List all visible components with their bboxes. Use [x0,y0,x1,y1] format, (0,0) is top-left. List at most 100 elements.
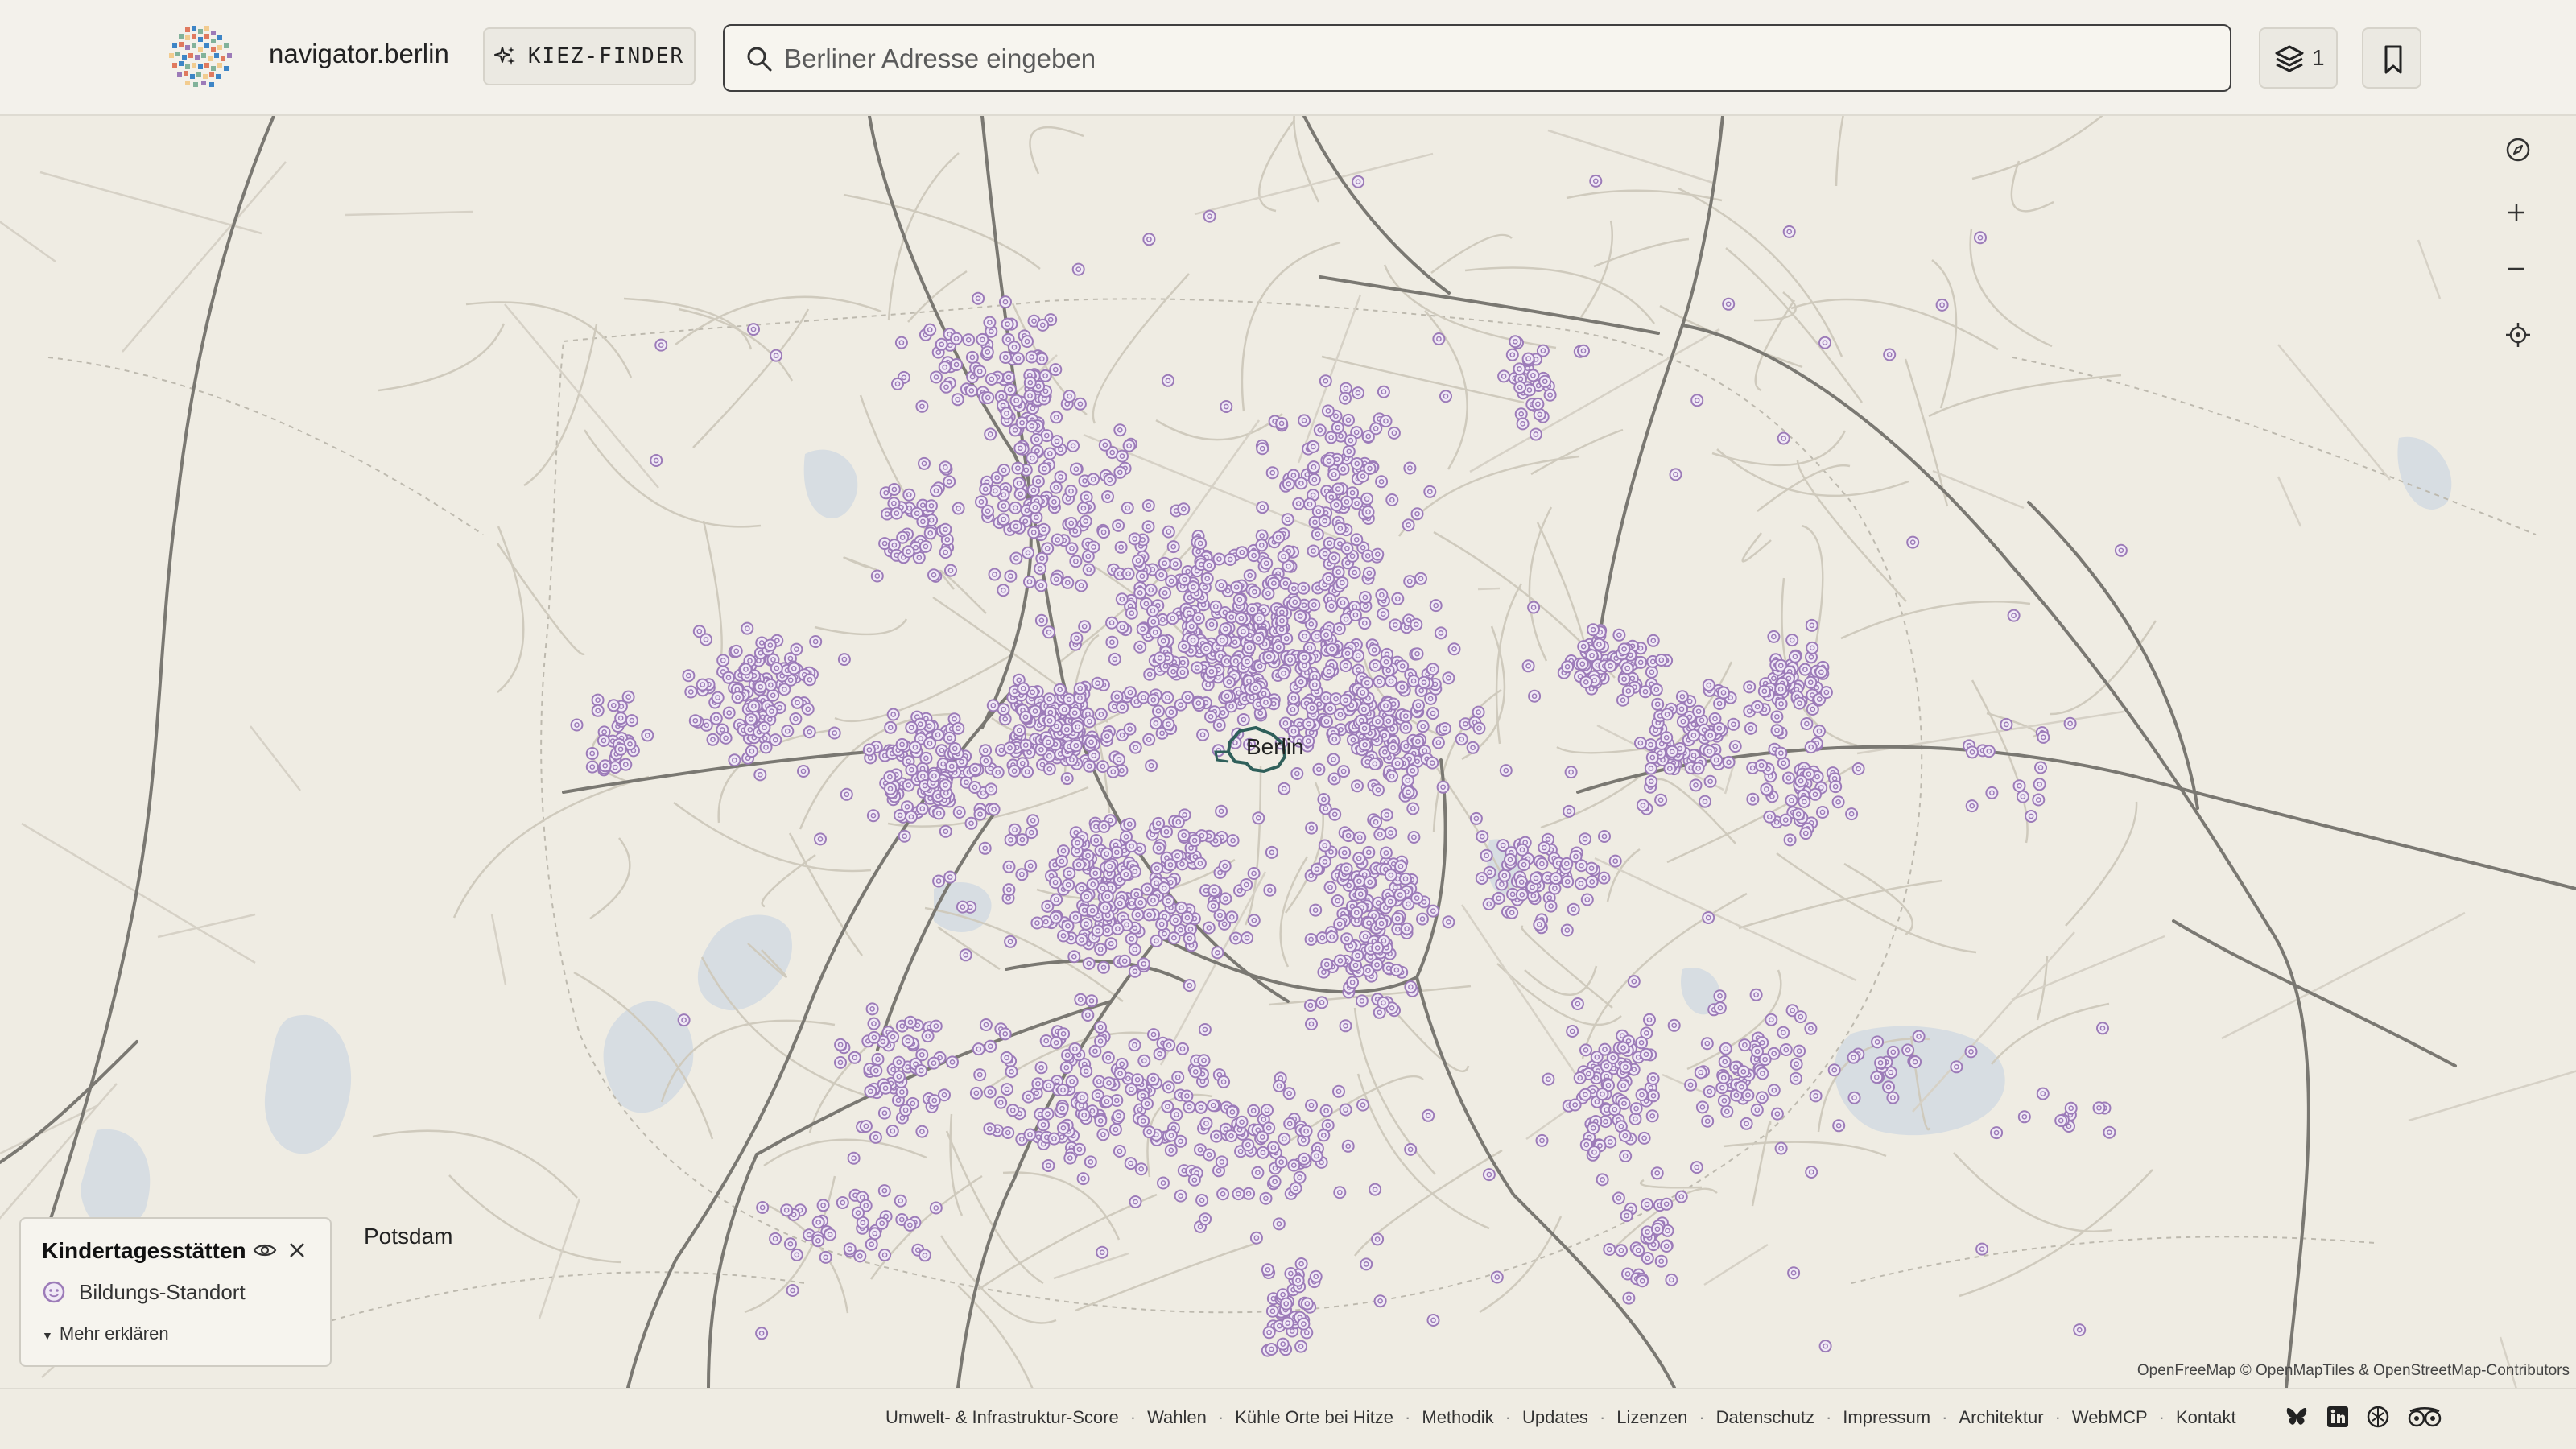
kita-marker[interactable] [1874,1056,1888,1070]
kita-marker[interactable] [1577,640,1591,654]
kita-marker[interactable] [719,731,733,745]
kita-marker[interactable] [985,373,998,386]
kita-marker[interactable] [1667,1018,1681,1032]
kita-marker[interactable] [1410,891,1424,905]
kita-marker[interactable] [747,323,760,336]
kita-marker[interactable] [1384,869,1397,882]
kita-marker[interactable] [915,802,929,815]
kita-marker[interactable] [706,733,720,746]
kita-marker[interactable] [1053,683,1067,696]
kita-marker[interactable] [1215,579,1228,592]
kita-marker[interactable] [1083,715,1096,729]
kita-marker[interactable] [1560,857,1574,870]
kita-marker[interactable] [1050,411,1063,424]
kita-marker[interactable] [1009,551,1023,565]
kita-marker[interactable] [1350,457,1364,470]
kita-marker[interactable] [1088,866,1102,880]
kita-marker[interactable] [1317,1129,1331,1142]
kita-marker[interactable] [1125,932,1138,946]
kita-marker[interactable] [952,721,965,735]
kita-marker[interactable] [1533,407,1546,421]
kita-marker[interactable] [1243,568,1257,582]
kita-marker[interactable] [915,1048,929,1062]
kita-marker[interactable] [1101,1051,1115,1064]
kita-marker[interactable] [1722,297,1736,311]
kita-marker[interactable] [1760,782,1773,796]
kita-marker[interactable] [1883,348,1897,361]
kita-marker[interactable] [1288,595,1302,609]
kita-marker[interactable] [1154,651,1166,665]
kita-marker[interactable] [1535,1133,1549,1147]
kita-marker[interactable] [1575,877,1587,890]
kita-marker[interactable] [1068,1042,1082,1055]
github-icon[interactable] [2367,1406,2389,1428]
berlin-logo-icon[interactable] [161,23,250,90]
kita-marker[interactable] [1654,654,1668,667]
kita-marker[interactable] [1001,1126,1015,1139]
kita-marker[interactable] [1350,906,1364,919]
kita-marker[interactable] [1482,1168,1496,1182]
kita-marker[interactable] [1616,1041,1630,1055]
kita-marker[interactable] [1663,762,1677,775]
kita-marker[interactable] [899,1104,913,1117]
kita-marker[interactable] [979,754,993,768]
kita-marker[interactable] [1176,1042,1189,1055]
kita-marker[interactable] [1598,830,1611,843]
kita-marker[interactable] [1339,1103,1352,1117]
kita-marker[interactable] [983,316,997,329]
kita-marker[interactable] [1669,468,1682,481]
kita-marker[interactable] [1321,404,1335,418]
kita-marker[interactable] [1596,1088,1609,1101]
kita-marker[interactable] [1713,989,1727,1003]
kita-marker[interactable] [1042,762,1056,776]
kita-marker[interactable] [1030,432,1043,446]
kita-marker[interactable] [1011,352,1025,365]
kita-marker[interactable] [2064,1101,2078,1115]
kita-marker[interactable] [1750,1103,1764,1117]
kita-marker[interactable] [585,747,599,760]
kita-marker[interactable] [979,744,993,758]
kita-marker[interactable] [1323,665,1335,679]
kita-marker[interactable] [1641,1252,1654,1265]
kita-marker[interactable] [1829,780,1843,794]
kita-marker[interactable] [1422,1108,1435,1122]
kita-marker[interactable] [1191,612,1205,625]
kita-marker[interactable] [1086,904,1100,918]
kita-marker[interactable] [1097,960,1110,974]
kita-marker[interactable] [1265,845,1278,859]
kita-marker[interactable] [1259,1191,1273,1205]
kita-marker[interactable] [1122,439,1136,452]
kita-marker[interactable] [1353,831,1367,844]
kita-marker[interactable] [722,706,736,720]
kita-marker[interactable] [1358,738,1372,752]
kita-marker[interactable] [1637,1131,1651,1145]
kita-marker[interactable] [1323,702,1337,716]
kita-marker[interactable] [1324,431,1338,444]
kita-marker[interactable] [1410,507,1424,521]
kita-marker[interactable] [682,669,696,683]
kita-marker[interactable] [1300,1297,1314,1311]
kita-marker[interactable] [1069,739,1083,753]
kita-marker[interactable] [1410,617,1423,631]
kita-marker[interactable] [1743,680,1757,694]
kita-marker[interactable] [1146,894,1160,907]
kita-marker[interactable] [1660,1197,1674,1211]
kita-marker[interactable] [700,633,712,646]
kita-marker[interactable] [1779,813,1793,827]
kita-marker[interactable] [797,765,810,778]
footer-link[interactable]: Methodik [1422,1407,1493,1428]
kita-marker[interactable] [1222,675,1236,689]
kita-marker[interactable] [997,499,1010,513]
kita-marker[interactable] [1305,1099,1318,1113]
kita-marker[interactable] [1370,958,1384,972]
kita-marker[interactable] [898,829,911,843]
kita-marker[interactable] [884,782,897,795]
kita-marker[interactable] [1094,1114,1108,1128]
kita-marker[interactable] [1116,700,1129,714]
kita-marker[interactable] [1177,828,1191,842]
kita-marker[interactable] [1157,1176,1170,1190]
kita-marker[interactable] [1641,1198,1653,1212]
kita-marker[interactable] [1000,1051,1013,1064]
kita-marker[interactable] [938,1088,951,1102]
kita-marker[interactable] [884,720,898,734]
